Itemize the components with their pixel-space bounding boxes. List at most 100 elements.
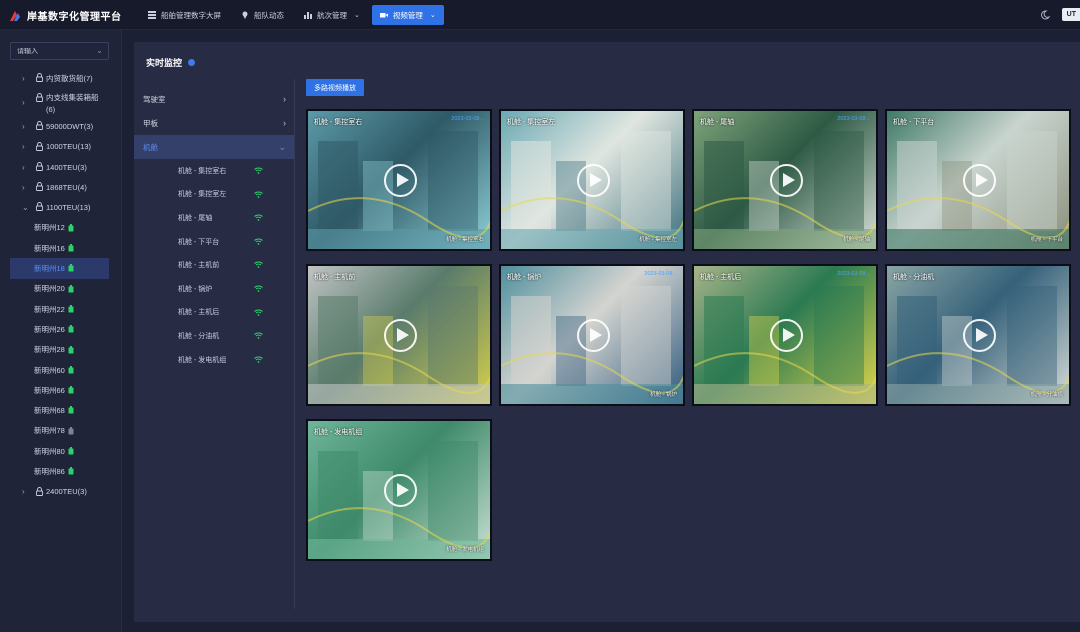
tree-ship-item[interactable]: 新明州26 <box>0 319 122 339</box>
camera-item[interactable]: 机舱 - 主机后 <box>134 301 294 325</box>
nav-item-dashboard[interactable]: 船舶管理数字大屏 <box>140 5 229 25</box>
chevron-right-icon[interactable]: › <box>22 487 25 496</box>
camera-item[interactable]: 机舱 - 主机前 <box>134 253 294 277</box>
utc-selector[interactable]: UT <box>1061 8 1080 21</box>
tree-ship-item[interactable]: 新明州60 <box>0 360 122 380</box>
tree-group-label: 1000TEU(13) <box>46 142 92 152</box>
video-tile[interactable]: 机舱 - 发电机组 机舱 - 发电机组 <box>306 419 492 561</box>
camera-title: 机舱 - 集控室左 <box>507 119 556 126</box>
main-panel: 实时监控 驾驶室 › 甲板 › 机舱 ⌄ 机舱 - 集控室右 机舱 - 集控室左 机舱 - 尾轴… <box>134 42 1080 622</box>
video-tile[interactable]: 机舱 - 主机后 2023-03-08 .. <box>692 264 878 406</box>
camera-label: 机舱 - 锅炉 <box>178 285 213 293</box>
play-icon[interactable] <box>384 474 417 507</box>
tree-group[interactable]: › 内贸散货船(7) <box>0 68 122 88</box>
tree-group[interactable]: › 1400TEU(3) <box>0 157 122 177</box>
camera-title: 机舱 - 发电机组 <box>314 429 363 436</box>
camera-item[interactable]: 机舱 - 分油机 <box>134 324 294 348</box>
chevron-right-icon[interactable]: › <box>22 122 25 131</box>
nav-item-video[interactable]: 视频管理 ⌄ <box>371 5 444 25</box>
ship-name: 新明州16 <box>34 243 65 253</box>
chevron-down-icon: ⌄ <box>429 12 436 19</box>
tree-group[interactable]: › 2400TEU(3) <box>0 482 122 502</box>
lock-icon <box>36 202 43 212</box>
play-icon[interactable] <box>770 164 803 197</box>
lock-icon <box>36 182 43 192</box>
tree-ship-item[interactable]: 新明州80 <box>0 441 122 461</box>
section-item[interactable]: 甲板 › <box>134 111 294 135</box>
tree-group[interactable]: › 内支线集装箱船 (6) <box>0 88 122 116</box>
video-tile[interactable]: 机舱 - 主机前 <box>306 264 492 406</box>
camera-item[interactable]: 机舱 - 下平台 <box>134 230 294 254</box>
camera-item[interactable]: 机舱 - 锅炉 <box>134 277 294 301</box>
app-logo[interactable]: 岸基数字化管理平台 <box>8 8 122 23</box>
video-tile[interactable]: 机舱 - 分油机 机舱 - 分油机 <box>885 264 1071 406</box>
video-tile[interactable]: 机舱 - 下平台 机舱 - 下平台 <box>885 109 1071 251</box>
lock-icon <box>36 141 43 151</box>
section-item[interactable]: 驾驶室 › <box>134 87 294 111</box>
moon-icon[interactable] <box>1040 9 1050 20</box>
tree-ship-item[interactable]: 新明州68 <box>0 400 122 420</box>
tree-ship-item[interactable]: 新明州18 <box>10 258 109 279</box>
ship-status-icon <box>68 325 74 333</box>
play-icon[interactable] <box>577 164 610 197</box>
camera-title: 机舱 - 尾轴 <box>700 119 735 126</box>
signal-icon <box>254 261 263 269</box>
tree-ship-item[interactable]: 新明州28 <box>0 340 122 360</box>
chevron-right-icon[interactable]: › <box>22 163 25 172</box>
ship-tree-sidebar: ⌄ › 内贸散货船(7) › 内支线集装箱船(6) › 59000DWT(3) › 1000T… <box>0 30 122 632</box>
nav-item-voyage[interactable]: 航次管理 ⌄ <box>296 5 368 25</box>
ship-status-icon <box>68 264 74 272</box>
divider <box>294 79 295 609</box>
tree-ship-item[interactable]: 新明州16 <box>0 238 122 258</box>
play-icon[interactable] <box>577 319 610 352</box>
chevron-right-icon[interactable]: › <box>22 74 25 83</box>
camera-title: 机舱 - 锅炉 <box>507 274 542 281</box>
signal-icon <box>254 332 263 340</box>
camera-item[interactable]: 机舱 - 集控室左 <box>134 183 294 207</box>
tree-group[interactable]: ⌄ 1100TEU(13) <box>0 197 122 217</box>
tree-ship-item[interactable]: 新明州22 <box>0 299 122 319</box>
chevron-down-icon[interactable]: ⌄ <box>22 203 29 212</box>
tree-ship-item[interactable]: 新明州86 <box>0 461 122 481</box>
tree-ship-item[interactable]: 新明州78 <box>0 421 122 441</box>
section-item[interactable]: 机舱 ⌄ <box>134 135 294 159</box>
camera-item[interactable]: 机舱 - 发电机组 <box>134 348 294 372</box>
signal-icon <box>254 309 263 316</box>
camera-item[interactable]: 机舱 - 尾轴 <box>134 206 294 230</box>
nav-item-fleet[interactable]: 船队动态 <box>233 5 292 25</box>
camera-item[interactable]: 机舱 - 集控室右 <box>134 159 294 183</box>
play-icon[interactable] <box>770 319 803 352</box>
play-icon[interactable] <box>384 319 417 352</box>
signal-icon <box>254 285 263 292</box>
play-icon[interactable] <box>384 164 417 197</box>
video-tile[interactable]: 机舱 - 集控室左 机舱 - 集控室左 <box>499 109 685 251</box>
video-tile[interactable]: 机舱 - 锅炉 2023-03-08 .. 机舱 - 锅炉 <box>499 264 685 406</box>
tree-ship-item[interactable]: 新明州66 <box>0 380 122 400</box>
signal-icon <box>254 167 263 174</box>
info-icon[interactable] <box>188 59 196 66</box>
ship-name: 新明州80 <box>34 446 65 456</box>
ship-name: 新明州22 <box>34 304 65 314</box>
chevron-right-icon[interactable]: › <box>22 98 25 107</box>
camera-watermark: 机舱 - 集控室左 <box>639 237 677 243</box>
tree-group[interactable]: › 59000DWT(3) <box>0 116 122 136</box>
chevron-right-icon[interactable]: › <box>22 183 25 192</box>
tree-group[interactable]: › 1000TEU(13) <box>0 137 122 157</box>
play-icon[interactable] <box>963 164 996 197</box>
play-icon[interactable] <box>963 319 996 352</box>
location-pin-icon <box>242 11 248 19</box>
ship-search-select[interactable]: ⌄ <box>10 42 109 60</box>
tree-ship-item[interactable]: 新明州20 <box>0 279 122 299</box>
chevron-right-icon[interactable]: › <box>22 142 25 151</box>
video-tile[interactable]: 机舱 - 集控室右 2023-03-08 .. 机舱 - 集控室右 <box>306 109 492 251</box>
tree-group[interactable]: › 1868TEU(4) <box>0 177 122 197</box>
search-input[interactable] <box>17 47 97 55</box>
ship-status-icon <box>68 284 74 293</box>
tree-group-label: 59000DWT(3) <box>46 121 94 131</box>
video-tile[interactable]: 机舱 - 尾轴 2023-03-08 .. 机舱 - 尾轴 <box>692 109 878 251</box>
ship-name: 新明州20 <box>34 284 65 294</box>
tree-ship-item[interactable]: 新明州12 <box>0 218 122 238</box>
ship-name: 新明州18 <box>34 264 65 274</box>
nav-item-label: 视频管理 <box>392 10 423 20</box>
multi-video-play-button[interactable]: 多路视频播放 <box>306 79 364 96</box>
